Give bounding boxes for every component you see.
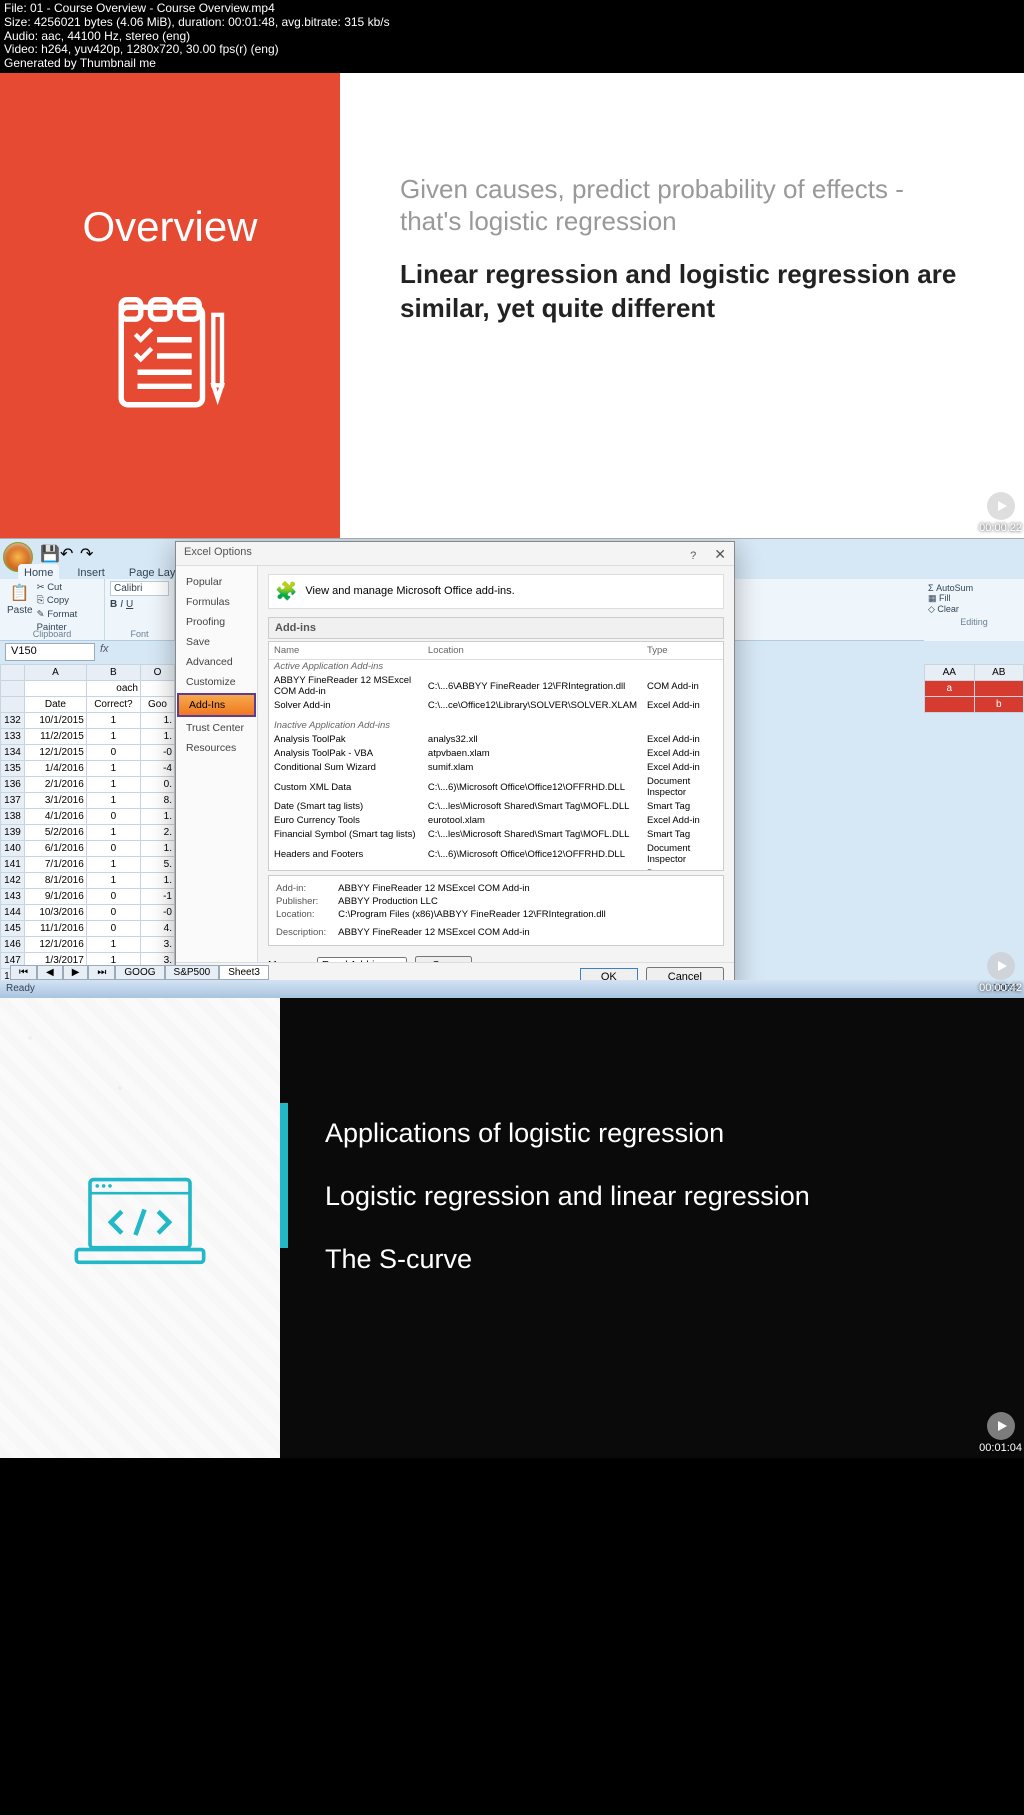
go-button[interactable]: Go... xyxy=(415,956,472,962)
excel-options-dialog: Excel Options ? ✕ PopularFormulasProofin… xyxy=(175,541,735,993)
topic-1: Applications of logistic regression xyxy=(325,1118,979,1149)
dialog-title-text: Excel Options xyxy=(184,546,252,561)
sheet-tab-goog[interactable]: GOOG xyxy=(115,965,164,980)
addin-row[interactable]: Analysis ToolPakanalys32.xllExcel Add-in xyxy=(269,733,723,747)
nav-first-icon[interactable]: ⏮ xyxy=(10,965,37,980)
slide-overview: Overview Given causes, predict probabili… xyxy=(0,73,1024,538)
brush-icon: ✎ xyxy=(37,609,45,620)
underline-button[interactable]: U xyxy=(126,599,133,610)
copy-icon: ⎘ xyxy=(37,595,45,606)
size-line: Size: 4256021 bytes (4.06 MiB), duration… xyxy=(4,16,1020,30)
play-icon[interactable] xyxy=(987,952,1015,980)
addin-details: Add-in:ABBYY FineReader 12 MSExcel COM A… xyxy=(268,875,724,946)
copy-button[interactable]: ⎘ Copy xyxy=(37,594,99,607)
timestamp-3: 00:01:04 xyxy=(979,1412,1022,1454)
quick-access-toolbar[interactable]: 💾 ↶ ↷ xyxy=(40,544,92,556)
status-text: Ready xyxy=(6,983,35,994)
nav-popular[interactable]: Popular xyxy=(176,572,257,592)
addin-row[interactable]: Analysis ToolPak - VBAatpvbaen.xlamExcel… xyxy=(269,747,723,761)
slide-subtitle: Given causes, predict probability of eff… xyxy=(400,173,964,238)
cell-ab[interactable]: b xyxy=(974,696,1024,712)
fx-label[interactable]: fx xyxy=(100,643,109,655)
nav-save[interactable]: Save xyxy=(176,632,257,652)
notepad-icon xyxy=(105,291,235,426)
nav-trust-center[interactable]: Trust Center xyxy=(176,718,257,738)
slide3-left-panel xyxy=(0,998,280,1458)
addin-row[interactable]: Euro Currency Toolseurotool.xlamExcel Ad… xyxy=(269,814,723,828)
nav-advanced[interactable]: Advanced xyxy=(176,652,257,672)
gen-line: Generated by Thumbnail me xyxy=(4,57,1020,71)
slide-right-panel: Given causes, predict probability of eff… xyxy=(340,73,1024,538)
addin-row[interactable]: Headers and FootersC:\...6)\Microsoft Of… xyxy=(269,842,723,867)
dialog-header: 🧩 View and manage Microsoft Office add-i… xyxy=(268,574,724,609)
dialog-nav: PopularFormulasProofingSaveAdvancedCusto… xyxy=(176,566,258,962)
laptop-code-icon xyxy=(60,1175,220,1280)
addins-list[interactable]: NameLocationTypeActive Application Add-i… xyxy=(268,641,724,871)
play-icon[interactable] xyxy=(987,1412,1015,1440)
audio-line: Audio: aac, 44100 Hz, stereo (eng) xyxy=(4,30,1020,44)
fill-button[interactable]: ▦ Fill xyxy=(928,593,1020,604)
excel-screenshot: 💾 ↶ ↷ Home Insert Page Layout 📋 Paste ✂ … xyxy=(0,538,1024,998)
dialog-titlebar[interactable]: Excel Options ? ✕ xyxy=(176,542,734,566)
group-font-label: Font xyxy=(105,629,174,639)
paste-button[interactable]: 📋 Paste xyxy=(5,581,35,634)
cell-aa[interactable]: a xyxy=(925,680,975,696)
nav-add-ins[interactable]: Add-Ins xyxy=(177,693,256,717)
nav-formulas[interactable]: Formulas xyxy=(176,592,257,612)
editing-group: Σ AutoSum ▦ Fill ◇ Clear Editing xyxy=(924,579,1024,641)
save-icon[interactable]: 💾 xyxy=(40,544,52,556)
nav-last-icon[interactable]: ⏭ xyxy=(88,965,115,980)
undo-icon[interactable]: ↶ xyxy=(60,544,72,556)
status-bar: Ready 100% xyxy=(0,980,1024,998)
manage-row: Manage: Excel Add-ins Go... xyxy=(268,956,724,962)
overview-title: Overview xyxy=(82,203,257,251)
font-name[interactable]: Calibri xyxy=(110,581,169,596)
paste-icon: 📋 xyxy=(10,583,30,603)
bold-button[interactable]: B xyxy=(110,599,117,610)
slide3-right-panel: Applications of logistic regression Logi… xyxy=(280,998,1024,1458)
slide-main-text: Linear regression and logistic regressio… xyxy=(400,258,964,326)
nav-customize[interactable]: Customize xyxy=(176,672,257,692)
timestamp-2: 00:00:42 xyxy=(979,952,1022,994)
group-clipboard-label: Clipboard xyxy=(0,629,104,639)
play-icon[interactable] xyxy=(987,492,1015,520)
addin-row[interactable]: ABBYY FineReader 12 MSExcel COM Add-inC:… xyxy=(269,674,723,699)
nav-prev-icon[interactable]: ◀ xyxy=(37,965,63,980)
addin-row[interactable]: Conditional Sum Wizardsumif.xlamExcel Ad… xyxy=(269,761,723,775)
metadata-header: File: 01 - Course Overview - Course Over… xyxy=(0,0,1024,73)
slide-left-panel: Overview xyxy=(0,73,340,538)
manage-select[interactable]: Excel Add-ins xyxy=(317,957,407,962)
autosum-button[interactable]: Σ AutoSum xyxy=(928,583,1020,593)
redo-icon[interactable]: ↷ xyxy=(80,544,92,556)
addin-row[interactable]: Financial Symbol (Smart tag lists)C:\...… xyxy=(269,828,723,842)
cut-button[interactable]: ✂ Cut xyxy=(37,581,99,594)
italic-button[interactable]: I xyxy=(120,599,123,610)
nav-proofing[interactable]: Proofing xyxy=(176,612,257,632)
video-line: Video: h264, yuv420p, 1280x720, 30.00 fp… xyxy=(4,43,1020,57)
addin-row[interactable]: Custom XML DataC:\...6)\Microsoft Office… xyxy=(269,775,723,800)
bottom-black-bar xyxy=(0,1458,1024,1815)
help-icon[interactable]: ? xyxy=(690,550,696,562)
nav-resources[interactable]: Resources xyxy=(176,738,257,758)
addin-row[interactable]: Solver Add-inC:\...ce\Office12\Library\S… xyxy=(269,699,723,713)
sheet-tabs: ⏮ ◀ ▶ ⏭ GOOG S&P500 Sheet3 xyxy=(10,965,269,980)
clear-button[interactable]: ◇ Clear xyxy=(928,604,1020,615)
timestamp-1: 00:00:22 xyxy=(979,492,1022,534)
sheet-tab-sheet3[interactable]: Sheet3 xyxy=(219,965,269,980)
addin-row[interactable]: Hidden Rows and ColumnsC:\...6)\Microsof… xyxy=(269,867,723,871)
sheet-tab-sp500[interactable]: S&P500 xyxy=(165,965,220,980)
close-icon[interactable]: ✕ xyxy=(714,546,726,562)
addins-icon: 🧩 xyxy=(275,581,297,602)
scissors-icon: ✂ xyxy=(37,582,45,593)
file-line: File: 01 - Course Overview - Course Over… xyxy=(4,2,1020,16)
slide-topics: Applications of logistic regression Logi… xyxy=(0,998,1024,1458)
section-addins: Add-ins xyxy=(268,617,724,639)
topic-3: The S-curve xyxy=(325,1244,979,1275)
spreadsheet-grid[interactable]: ABOoachDateCorrect?Goo13210/1/201511.133… xyxy=(0,664,175,998)
spreadsheet-right-cols[interactable]: AAAB a b xyxy=(924,664,1024,713)
nav-next-icon[interactable]: ▶ xyxy=(63,965,89,980)
addin-row[interactable]: Date (Smart tag lists)C:\...les\Microsof… xyxy=(269,800,723,814)
topic-2: Logistic regression and linear regressio… xyxy=(325,1181,979,1212)
name-box[interactable]: V150 xyxy=(5,643,95,661)
